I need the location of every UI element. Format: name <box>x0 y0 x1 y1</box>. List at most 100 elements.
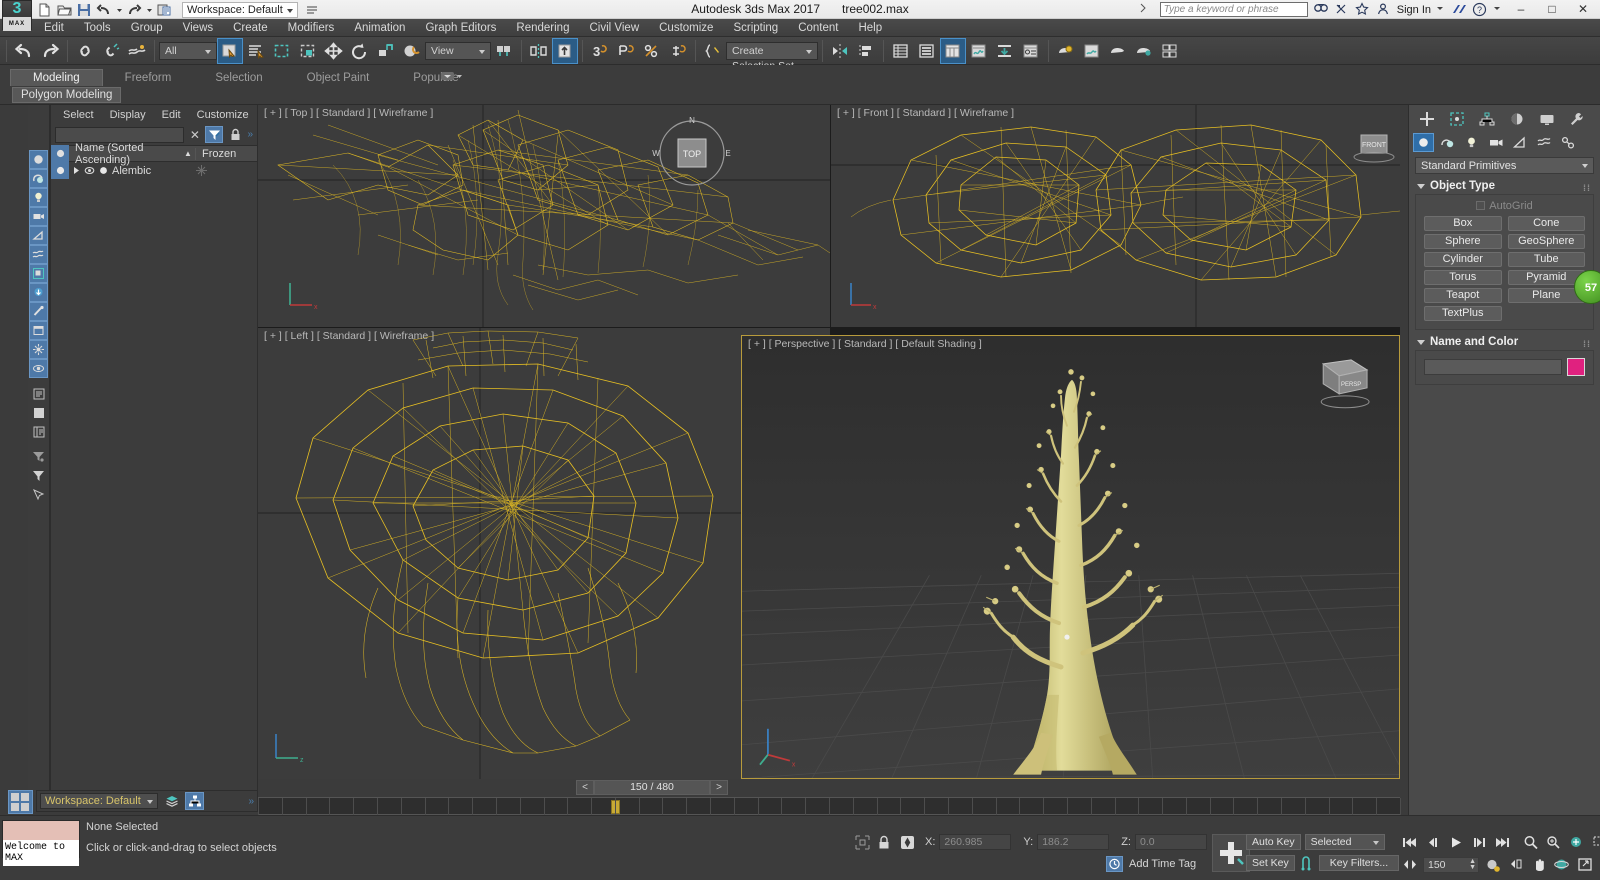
box-button[interactable]: Box <box>1424 216 1502 231</box>
toggle-scene-explorer-icon[interactable]: 3 <box>587 38 613 64</box>
zoom-all-icon[interactable] <box>1544 834 1563 851</box>
scene-explorer-menu-display[interactable]: Display <box>102 108 154 122</box>
list-view-icon[interactable] <box>29 384 48 403</box>
filter-all-icon[interactable] <box>29 340 48 359</box>
sign-in-dropdown-icon[interactable] <box>1436 2 1446 17</box>
selection-lock-toggle-icon[interactable] <box>878 835 890 850</box>
tube-button[interactable]: Tube <box>1507 252 1585 267</box>
menu-item-civil-view[interactable]: Civil View <box>579 19 649 37</box>
toggle-filter-icon[interactable] <box>205 126 224 143</box>
autodesk-exchange-icon[interactable] <box>1334 2 1350 17</box>
object-color-swatch[interactable] <box>1567 358 1585 376</box>
zoom-region-icon[interactable] <box>1590 834 1600 851</box>
frame-readout[interactable]: 150 / 480 <box>594 779 710 795</box>
set-key-big-button[interactable] <box>1212 834 1250 872</box>
filter-groups-icon[interactable] <box>29 264 48 283</box>
curve-editor-icon[interactable] <box>665 38 691 64</box>
layers-icon[interactable] <box>162 792 181 810</box>
ribbon-tab-populate[interactable]: Populate <box>391 70 480 86</box>
menu-item-rendering[interactable]: Rendering <box>506 19 579 37</box>
help-icon[interactable]: ? <box>1472 2 1488 17</box>
render-activeshade-icon[interactable] <box>1105 38 1131 64</box>
zoom-extents-icon[interactable] <box>1567 834 1586 851</box>
minimize-button[interactable]: – <box>1508 0 1534 19</box>
select-and-link-icon[interactable] <box>72 38 98 64</box>
modify-tab[interactable] <box>1443 108 1471 129</box>
toggle-ribbon-icon[interactable] <box>639 38 665 64</box>
filter-xrefs-icon[interactable] <box>29 283 48 302</box>
ribbon-tab-object-paint[interactable]: Object Paint <box>285 70 392 86</box>
object-type-header[interactable]: Object Type ⁞⁞ <box>1415 178 1594 194</box>
select-and-move-icon[interactable] <box>321 38 347 64</box>
torus-button[interactable]: Torus <box>1424 270 1502 285</box>
table-row[interactable]: Alembic <box>51 162 257 179</box>
autodesk-logo-icon[interactable] <box>1451 2 1467 17</box>
menu-item-help[interactable]: Help <box>848 19 892 37</box>
scene-explorer-menu-select[interactable]: Select <box>55 108 102 122</box>
lights-category-icon[interactable] <box>1461 133 1482 152</box>
utilities-tab[interactable] <box>1563 108 1591 129</box>
close-button[interactable]: ✕ <box>1570 0 1596 19</box>
selection-filter-combo[interactable]: All <box>159 41 217 60</box>
filter-cameras-icon[interactable] <box>29 207 48 226</box>
workspace-combo[interactable]: Workspace: Default <box>40 793 158 809</box>
viewport-left-label[interactable]: [ + ] [ Left ] [ Standard ] [ Wireframe … <box>264 330 434 342</box>
menu-item-content[interactable]: Content <box>788 19 848 37</box>
autogrid-checkbox[interactable] <box>1476 201 1486 210</box>
favorites-star-icon[interactable] <box>1355 2 1371 17</box>
material-editor-icon[interactable] <box>940 37 966 64</box>
mirror-icon[interactable] <box>526 38 552 64</box>
menu-item-customize[interactable]: Customize <box>649 19 723 37</box>
x-field[interactable]: 260.985 <box>939 834 1012 850</box>
lock-selection-icon[interactable] <box>227 126 243 143</box>
scene-explorer-search-input[interactable] <box>55 126 185 143</box>
auto-key-button[interactable]: Auto Key <box>1246 834 1301 850</box>
placement-tool-icon[interactable] <box>399 38 425 64</box>
named-selection-sets-icon[interactable] <box>700 38 726 64</box>
visibility-eye-icon[interactable] <box>84 166 95 175</box>
time-tag-icon[interactable] <box>1106 856 1123 872</box>
viewport-perspective-label[interactable]: [ + ] [ Perspective ] [ Standard ] [ Def… <box>748 338 982 350</box>
filter-funnel-settings-icon[interactable] <box>29 447 48 466</box>
select-and-rotate-icon[interactable] <box>347 38 373 64</box>
undo-scene-icon[interactable] <box>11 38 37 64</box>
viewport-front-label[interactable]: [ + ] [ Front ] [ Standard ] [ Wireframe… <box>837 107 1014 119</box>
render-iterative-icon[interactable] <box>1079 38 1105 64</box>
menu-item-modifiers[interactable]: Modifiers <box>278 19 345 37</box>
sphere-button[interactable]: Sphere <box>1424 234 1502 249</box>
create-tab[interactable] <box>1413 108 1441 129</box>
search-icon[interactable] <box>1313 2 1329 17</box>
panel-view-icon[interactable] <box>29 403 48 422</box>
filter-funnel-icon[interactable] <box>29 466 48 485</box>
row-frozen-cell[interactable] <box>195 164 257 177</box>
go-to-end-button[interactable] <box>1492 834 1511 851</box>
sign-in-button[interactable]: Sign In <box>1397 4 1431 16</box>
filter-particles-icon[interactable] <box>29 321 48 340</box>
absolute-relative-toggle-icon[interactable] <box>900 835 915 850</box>
autogrid-row[interactable]: AutoGrid <box>1424 200 1585 212</box>
status-badge[interactable]: 57 <box>1574 270 1600 304</box>
menu-item-views[interactable]: Views <box>173 19 223 37</box>
viewport-front[interactable]: [ + ] [ Front ] [ Standard ] [ Wireframe… <box>831 105 1400 327</box>
filter-space-warps-icon[interactable] <box>29 245 48 264</box>
ribbon-tab-freeform[interactable]: Freeform <box>103 70 194 86</box>
menu-item-tools[interactable]: Tools <box>74 19 121 37</box>
filter-helpers-icon[interactable] <box>29 226 48 245</box>
cylinder-button[interactable]: Cylinder <box>1424 252 1502 267</box>
detail-view-icon[interactable] <box>29 422 48 441</box>
pan-view-icon[interactable] <box>1506 856 1525 873</box>
geosphere-button[interactable]: GeoSphere <box>1507 234 1585 249</box>
time-configuration-icon[interactable] <box>1483 856 1502 873</box>
geometry-category-icon[interactable] <box>1413 133 1434 152</box>
y-field[interactable]: 186.2 <box>1037 834 1110 850</box>
align-icon[interactable] <box>552 37 578 64</box>
workspace-overflow-icon[interactable]: » <box>248 796 254 807</box>
motion-tab[interactable] <box>1503 108 1531 129</box>
align-tool-icon[interactable] <box>853 38 879 64</box>
menu-item-animation[interactable]: Animation <box>344 19 415 37</box>
previous-frame-button[interactable] <box>1423 834 1442 851</box>
filter-shapes-icon[interactable] <box>29 169 48 188</box>
redo-scene-icon[interactable] <box>37 38 63 64</box>
object-name-input[interactable] <box>1424 359 1562 375</box>
maximize-button[interactable]: □ <box>1539 0 1565 19</box>
